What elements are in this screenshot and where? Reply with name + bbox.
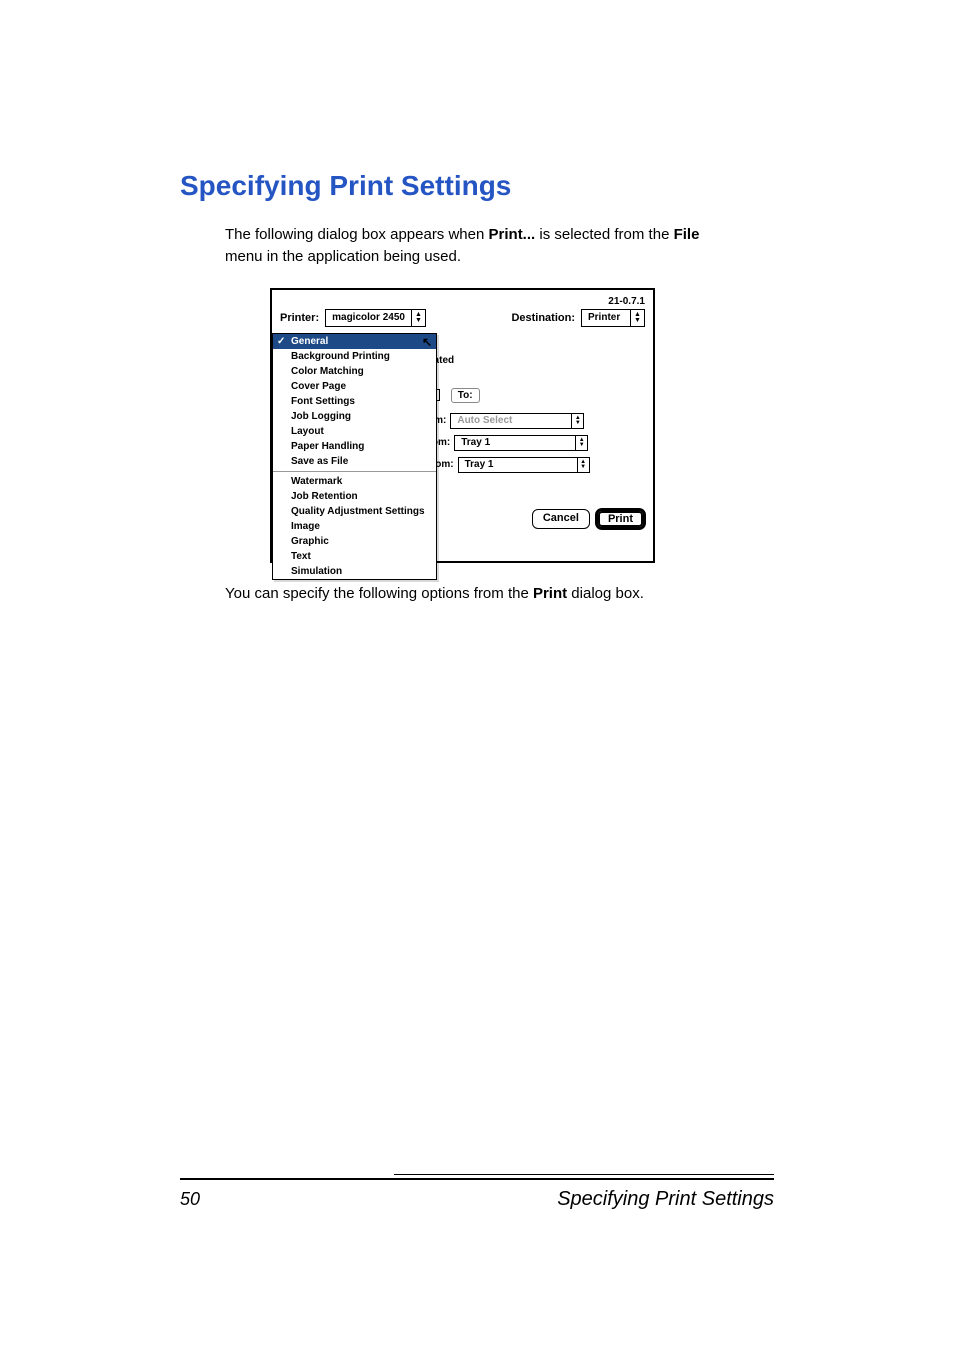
dropdown-value: Tray 1 <box>455 437 575 448</box>
dialog-right-panel: llated To: om: Auto Select ▲▼ rom: Tray … <box>428 349 645 479</box>
menu-item-job-logging[interactable]: Job Logging <box>273 409 436 424</box>
outro-paragraph: You can specify the following options fr… <box>225 583 774 605</box>
menu-item-label: Text <box>291 551 311 562</box>
chevron-updown-icon: ▲▼ <box>411 310 425 326</box>
menu-item-label: Graphic <box>291 536 329 547</box>
menu-item-label: Cover Page <box>291 381 346 392</box>
menu-item-label: Watermark <box>291 476 342 487</box>
menu-separator <box>273 471 436 472</box>
dropdown-value: Tray 1 <box>459 459 577 470</box>
menu-item-label: Font Settings <box>291 396 355 407</box>
destination-select-value: Printer <box>582 312 630 323</box>
menu-item-label: Paper Handling <box>291 441 364 452</box>
outro-bold-print: Print <box>533 585 567 602</box>
printer-select-value: magicolor 2450 <box>326 312 411 323</box>
menu-item-background-printing[interactable]: Background Printing <box>273 349 436 364</box>
menu-item-color-matching[interactable]: Color Matching <box>273 364 436 379</box>
destination-select[interactable]: Printer ▲▼ <box>581 309 645 327</box>
destination-label: Destination: <box>511 312 575 324</box>
cursor-arrow-icon: ↖ <box>422 335 432 349</box>
menu-item-label: Layout <box>291 426 324 437</box>
intro-text: menu in the application being used. <box>225 248 461 265</box>
menu-item-label: Job Logging <box>291 411 351 422</box>
menu-item-image[interactable]: Image <box>273 519 436 534</box>
menu-item-save-as-file[interactable]: Save as File <box>273 454 436 469</box>
print-dialog: 21-0.7.1 Printer: magicolor 2450 ▲▼ Dest… <box>270 288 655 563</box>
dropdown-value: Auto Select <box>451 415 571 426</box>
check-icon: ✓ <box>277 336 285 347</box>
intro-text: is selected from the <box>535 226 673 243</box>
tray-dropdown[interactable]: Tray 1 ▲▼ <box>454 435 588 451</box>
page-footer: 50 Specifying Print Settings <box>180 1174 774 1211</box>
menu-item-layout[interactable]: Layout <box>273 424 436 439</box>
menu-item-cover-page[interactable]: Cover Page <box>273 379 436 394</box>
intro-bold-print: Print... <box>489 226 536 243</box>
menu-item-paper-handling[interactable]: Paper Handling <box>273 439 436 454</box>
menu-item-font-settings[interactable]: Font Settings <box>273 394 436 409</box>
menu-item-label: Background Printing <box>291 351 390 362</box>
tray-dropdown[interactable]: Tray 1 ▲▼ <box>458 457 590 473</box>
menu-item-quality-adjustment-settings[interactable]: Quality Adjustment Settings <box>273 504 436 519</box>
intro-paragraph: The following dialog box appears when Pr… <box>225 224 705 268</box>
cancel-button[interactable]: Cancel <box>532 509 590 529</box>
menu-item-text[interactable]: Text <box>273 549 436 564</box>
footer-rule <box>180 1178 774 1180</box>
intro-text: The following dialog box appears when <box>225 226 489 243</box>
printer-label: Printer: <box>280 312 319 324</box>
menu-item-label: Color Matching <box>291 366 364 377</box>
menu-item-label: Quality Adjustment Settings <box>291 506 425 517</box>
menu-item-label: Simulation <box>291 566 342 577</box>
printer-select[interactable]: magicolor 2450 ▲▼ <box>325 309 426 327</box>
chevron-updown-icon: ▲▼ <box>575 436 587 450</box>
footer-title: Specifying Print Settings <box>557 1188 774 1211</box>
menu-item-label: Job Retention <box>291 491 358 502</box>
menu-item-general[interactable]: ✓ General ↖ <box>273 334 436 349</box>
footer-rule <box>394 1174 774 1175</box>
intro-bold-file: File <box>674 226 700 243</box>
menu-item-label: Image <box>291 521 320 532</box>
page-number: 50 <box>180 1189 200 1210</box>
to-label: To: <box>451 388 480 403</box>
chevron-updown-icon: ▲▼ <box>571 414 583 428</box>
print-button[interactable]: Print <box>596 509 645 529</box>
menu-item-graphic[interactable]: Graphic <box>273 534 436 549</box>
version-label: 21-0.7.1 <box>280 296 645 307</box>
menu-item-job-retention[interactable]: Job Retention <box>273 489 436 504</box>
chevron-updown-icon: ▲▼ <box>630 310 644 326</box>
panel-menu[interactable]: ✓ General ↖ Background Printing Color Ma… <box>272 333 437 580</box>
menu-item-watermark[interactable]: Watermark <box>273 474 436 489</box>
menu-item-label: General <box>291 336 328 347</box>
menu-item-simulation[interactable]: Simulation <box>273 564 436 579</box>
outro-text: dialog box. <box>567 585 644 602</box>
menu-item-label: Save as File <box>291 456 348 467</box>
auto-select-dropdown[interactable]: Auto Select ▲▼ <box>450 413 584 429</box>
page-heading: Specifying Print Settings <box>180 170 774 202</box>
outro-text: You can specify the following options fr… <box>225 585 533 602</box>
chevron-updown-icon: ▲▼ <box>577 458 589 472</box>
